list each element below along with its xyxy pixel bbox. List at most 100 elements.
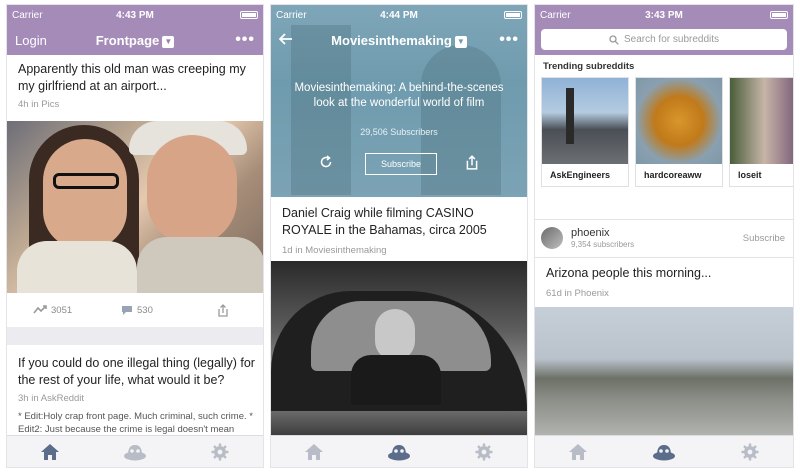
upvote-button[interactable]: 3051 (33, 305, 72, 316)
post-age: 3h (18, 393, 29, 404)
nav-title-label: Moviesinthemaking (331, 32, 452, 48)
tab-settings[interactable] (208, 442, 232, 462)
post-age: 61d (546, 288, 562, 299)
post-title[interactable]: Arizona people this morning... (546, 265, 785, 282)
divider (535, 257, 793, 258)
share-icon (218, 303, 228, 317)
post-image[interactable] (271, 261, 527, 437)
trending-name: AskEngineers (550, 170, 611, 180)
post-in: in (564, 288, 572, 299)
photo-shape (137, 237, 263, 293)
nav-bar: Moviesinthemaking ▼ ••• (271, 25, 527, 55)
divider (535, 219, 793, 220)
photo-shape (17, 241, 137, 293)
post-subreddit[interactable]: AskReddit (41, 393, 84, 404)
discover-screen: Carrier 3:43 PM Search for subreddits Tr… (534, 4, 794, 468)
trending-thumbnail (730, 78, 793, 164)
chevron-down-icon: ▼ (454, 35, 467, 48)
photo-shape (375, 309, 415, 361)
trending-thumbnail (542, 78, 628, 164)
home-icon (569, 443, 587, 460)
post-item[interactable]: Apparently this old man was creeping my … (18, 61, 255, 110)
post-subreddit[interactable]: Phoenix (575, 288, 609, 299)
comments-button[interactable]: 530 (121, 305, 153, 316)
more-button[interactable]: ••• (499, 31, 519, 49)
tab-subreddits[interactable] (652, 442, 676, 462)
nav-title[interactable]: Moviesinthemaking ▼ (271, 33, 527, 48)
featured-subscribers: 9,354 subscribers (571, 240, 635, 249)
subscribe-button[interactable]: Subscribe (743, 233, 785, 244)
more-button[interactable]: ••• (235, 31, 255, 49)
home-icon (304, 443, 323, 460)
search-icon (609, 34, 619, 45)
tab-subreddits[interactable] (387, 442, 411, 462)
trending-card[interactable]: hardcoreaww (635, 77, 723, 187)
post-in: in (31, 99, 39, 110)
featured-subreddit[interactable]: phoenix 9,354 subscribers Subscribe (541, 223, 785, 253)
back-arrow-icon (278, 32, 292, 45)
subreddit-description: Moviesinthemaking: A behind-the-scenes l… (294, 82, 504, 109)
back-button[interactable] (278, 32, 293, 48)
avatar (541, 227, 563, 249)
status-bar: Carrier 4:44 PM (271, 5, 527, 25)
gear-icon (211, 443, 229, 460)
status-bar: Carrier 4:43 PM (7, 5, 263, 25)
tab-settings[interactable] (738, 442, 762, 462)
tab-subreddits[interactable] (123, 442, 147, 462)
trending-card[interactable]: AskEngineers (541, 77, 629, 187)
post-item[interactable]: Daniel Craig while filming CASINO ROYALE… (282, 205, 519, 256)
post-age: 4h (18, 99, 29, 110)
comment-icon (122, 305, 132, 315)
share-icon (466, 155, 478, 170)
home-icon (40, 443, 59, 460)
post-item[interactable]: If you could do one illegal thing (legal… (18, 355, 255, 436)
featured-name: phoenix (571, 227, 610, 239)
post-in: in (31, 393, 39, 404)
battery-icon (240, 11, 258, 19)
trending-label: Trending subreddits (543, 61, 635, 72)
section-divider (7, 327, 263, 345)
share-button[interactable] (465, 155, 479, 175)
post-in: in (295, 245, 303, 256)
post-item[interactable]: Arizona people this morning... 61d in Ph… (546, 265, 785, 299)
tab-home[interactable] (566, 442, 590, 462)
gear-icon (741, 443, 759, 460)
photo-shape (147, 135, 237, 245)
featured-info: phoenix 9,354 subscribers (571, 227, 634, 249)
status-time: 4:44 PM (380, 9, 418, 21)
tab-settings[interactable] (472, 442, 496, 462)
photo-shape (351, 355, 441, 405)
nav-bar: Login Frontpage ▼ ••• (7, 25, 263, 55)
gear-icon (475, 443, 493, 460)
trending-thumbnail (636, 78, 722, 164)
search-placeholder: Search for subreddits (623, 34, 720, 45)
post-title[interactable]: If you could do one illegal thing (legal… (18, 355, 255, 389)
refresh-button[interactable] (319, 155, 333, 174)
status-bar: Carrier 3:43 PM (535, 5, 793, 25)
post-subreddit[interactable]: Moviesinthemaking (305, 245, 386, 256)
frontpage-screen: Carrier 4:43 PM Login Frontpage ▼ ••• App… (6, 4, 264, 468)
search-bar: Search for subreddits (535, 25, 793, 55)
post-meta: 4h in Pics (18, 99, 255, 110)
post-title[interactable]: Apparently this old man was creeping my … (18, 61, 255, 95)
photo-shape (53, 173, 119, 189)
battery-icon (504, 11, 522, 19)
post-subreddit[interactable]: Pics (41, 99, 59, 110)
post-image[interactable] (535, 307, 793, 437)
subreddit-screen: Moviesinthemaking: A behind-the-scenes l… (270, 4, 528, 468)
post-title[interactable]: Daniel Craig while filming CASINO ROYALE… (282, 205, 519, 239)
post-image[interactable] (7, 121, 263, 293)
login-button[interactable]: Login (15, 33, 47, 48)
comment-count: 530 (137, 304, 153, 316)
subscribe-button[interactable]: Subscribe (365, 153, 437, 175)
share-button[interactable] (217, 303, 229, 317)
post-meta: 61d in Phoenix (546, 288, 785, 299)
alien-icon (387, 444, 410, 460)
alien-icon (123, 444, 146, 460)
tab-home[interactable] (302, 442, 326, 462)
search-input[interactable]: Search for subreddits (541, 29, 787, 50)
tab-home[interactable] (38, 442, 62, 462)
trending-card[interactable]: loseit (729, 77, 793, 187)
status-time: 4:43 PM (116, 9, 154, 21)
upvote-count: 3051 (51, 304, 73, 316)
